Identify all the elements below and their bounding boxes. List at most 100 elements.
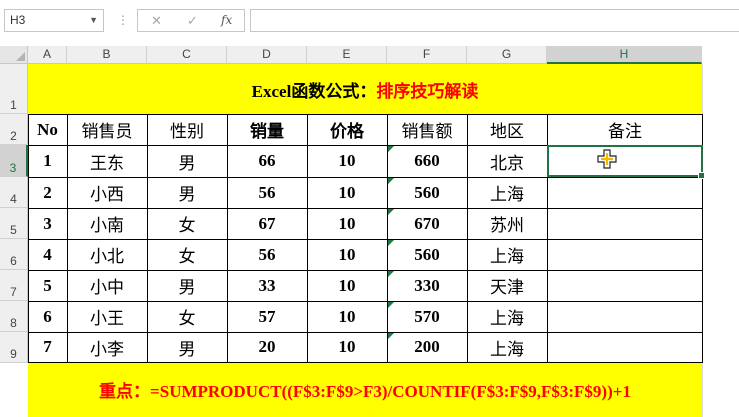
table-cell-no[interactable]: 6 [28, 301, 67, 332]
table-cell-price[interactable]: 10 [307, 177, 387, 208]
table-cell-sales-amount[interactable]: 660 [387, 145, 467, 177]
table-cell-salesperson[interactable]: 小西 [67, 177, 147, 208]
table-cell-gender[interactable]: 男 [147, 145, 227, 177]
header-cell-no[interactable]: No [28, 114, 67, 145]
table-cell-price[interactable]: 10 [307, 332, 387, 362]
row-header-3[interactable]: 3 [0, 145, 28, 177]
table-cell-sales-volume[interactable]: 67 [227, 208, 307, 239]
title-black-part: Excel函数公式： [251, 81, 377, 101]
error-indicator-icon[interactable] [388, 146, 394, 152]
table-cell-salesperson[interactable]: 王东 [67, 145, 147, 177]
header-cell-gender[interactable]: 性别 [147, 114, 227, 145]
column-header-h[interactable]: H [547, 46, 702, 64]
row-header-4[interactable]: 4 [0, 177, 28, 208]
table-cell-sales-amount[interactable]: 670 [387, 208, 467, 239]
table-cell-remarks[interactable] [547, 239, 703, 270]
header-cell-region[interactable]: 地区 [467, 114, 547, 145]
table-cell-region[interactable]: 天津 [467, 270, 547, 301]
table-cell-sales-volume[interactable]: 57 [227, 301, 307, 332]
header-cell-sales-volume[interactable]: 销量 [227, 114, 307, 145]
error-indicator-icon[interactable] [388, 271, 394, 277]
table-cell-remarks[interactable] [547, 270, 703, 301]
table-cell-sales-volume[interactable]: 20 [227, 332, 307, 362]
row-header-2[interactable]: 2 [0, 114, 28, 145]
table-cell-sales-amount[interactable]: 200 [387, 332, 467, 362]
row-header-1[interactable]: 1 [0, 64, 28, 114]
column-header-c[interactable]: C [147, 46, 227, 64]
table-cell-price[interactable]: 10 [307, 145, 387, 177]
table-cell-sales-volume[interactable]: 56 [227, 177, 307, 208]
header-cell-remarks[interactable]: 备注 [547, 114, 703, 145]
table-cell-no[interactable]: 2 [28, 177, 67, 208]
table-cell-remarks[interactable] [547, 301, 703, 332]
row-header-7[interactable]: 7 [0, 270, 28, 301]
error-indicator-icon[interactable] [388, 209, 394, 215]
table-cell-price[interactable]: 10 [307, 239, 387, 270]
table-cell-no[interactable]: 5 [28, 270, 67, 301]
row-header-8[interactable]: 8 [0, 301, 28, 332]
table-cell-region[interactable]: 上海 [467, 301, 547, 332]
column-header-f[interactable]: F [387, 46, 467, 64]
table-cell-gender[interactable]: 女 [147, 208, 227, 239]
header-cell-salesperson[interactable]: 销售员 [67, 114, 147, 145]
table-cell-sales-amount[interactable]: 330 [387, 270, 467, 301]
row-header-9[interactable]: 9 [0, 332, 28, 363]
fill-handle[interactable] [698, 172, 705, 179]
name-box[interactable]: H3 ▼ [4, 9, 104, 32]
table-cell-remarks[interactable] [547, 177, 703, 208]
table-cell-salesperson[interactable]: 小南 [67, 208, 147, 239]
enter-icon[interactable]: ✓ [187, 10, 198, 31]
key-formula-note: 重点：=SUMPRODUCT((F$3:F$9>F3)/COUNTIF(F$3:… [99, 382, 631, 401]
error-indicator-icon[interactable] [388, 178, 394, 184]
table-cell-no[interactable]: 3 [28, 208, 67, 239]
formula-bar-separator: ⋮ [117, 13, 129, 27]
column-header-a[interactable]: A [28, 46, 67, 64]
formula-input[interactable] [250, 9, 739, 32]
table-cell-sales-volume[interactable]: 56 [227, 239, 307, 270]
table-cell-no[interactable]: 1 [28, 145, 67, 177]
table-cell-price[interactable]: 10 [307, 270, 387, 301]
column-header-b[interactable]: B [67, 46, 147, 64]
header-cell-sales-amount[interactable]: 销售额 [387, 114, 467, 145]
name-box-value: H3 [10, 13, 26, 27]
chevron-down-icon[interactable]: ▼ [89, 10, 98, 31]
table-cell-region[interactable]: 上海 [467, 332, 547, 362]
header-cell-price[interactable]: 价格 [307, 114, 387, 145]
table-cell-gender[interactable]: 男 [147, 332, 227, 362]
table-cell-no[interactable]: 4 [28, 239, 67, 270]
table-cell-no[interactable]: 7 [28, 332, 67, 362]
row-header-6[interactable]: 6 [0, 239, 28, 270]
error-indicator-icon[interactable] [388, 333, 394, 339]
table-cell-gender[interactable]: 男 [147, 270, 227, 301]
table-cell-sales-volume[interactable]: 66 [227, 145, 307, 177]
error-indicator-icon[interactable] [388, 302, 394, 308]
table-cell-region[interactable]: 上海 [467, 239, 547, 270]
table-cell-price[interactable]: 10 [307, 208, 387, 239]
table-cell-sales-amount[interactable]: 560 [387, 239, 467, 270]
table-cell-gender[interactable]: 女 [147, 239, 227, 270]
table-cell-sales-volume[interactable]: 33 [227, 270, 307, 301]
table-cell-sales-amount[interactable]: 570 [387, 301, 467, 332]
table-cell-gender[interactable]: 男 [147, 177, 227, 208]
table-cell-salesperson[interactable]: 小北 [67, 239, 147, 270]
table-cell-salesperson[interactable]: 小中 [67, 270, 147, 301]
row-header-5[interactable]: 5 [0, 208, 28, 239]
table-cell-price[interactable]: 10 [307, 301, 387, 332]
column-header-g[interactable]: G [467, 46, 547, 64]
cancel-icon[interactable]: ✕ [151, 10, 162, 31]
table-cell-region[interactable]: 苏州 [467, 208, 547, 239]
table-cell-remarks[interactable] [547, 332, 703, 362]
table-cell-region[interactable]: 北京 [467, 145, 547, 177]
table-cell-remarks[interactable] [547, 208, 703, 239]
table-cell-sales-amount[interactable]: 560 [387, 177, 467, 208]
error-indicator-icon[interactable] [388, 240, 394, 246]
column-header-e[interactable]: E [307, 46, 387, 64]
table-cell-salesperson[interactable]: 小李 [67, 332, 147, 362]
insert-function-icon[interactable]: fx [221, 10, 232, 31]
table-cell-gender[interactable]: 女 [147, 301, 227, 332]
column-header-d[interactable]: D [227, 46, 307, 64]
cell-select-cursor-icon [597, 149, 617, 169]
table-cell-salesperson[interactable]: 小王 [67, 301, 147, 332]
select-all-corner[interactable] [0, 46, 28, 64]
table-cell-region[interactable]: 上海 [467, 177, 547, 208]
